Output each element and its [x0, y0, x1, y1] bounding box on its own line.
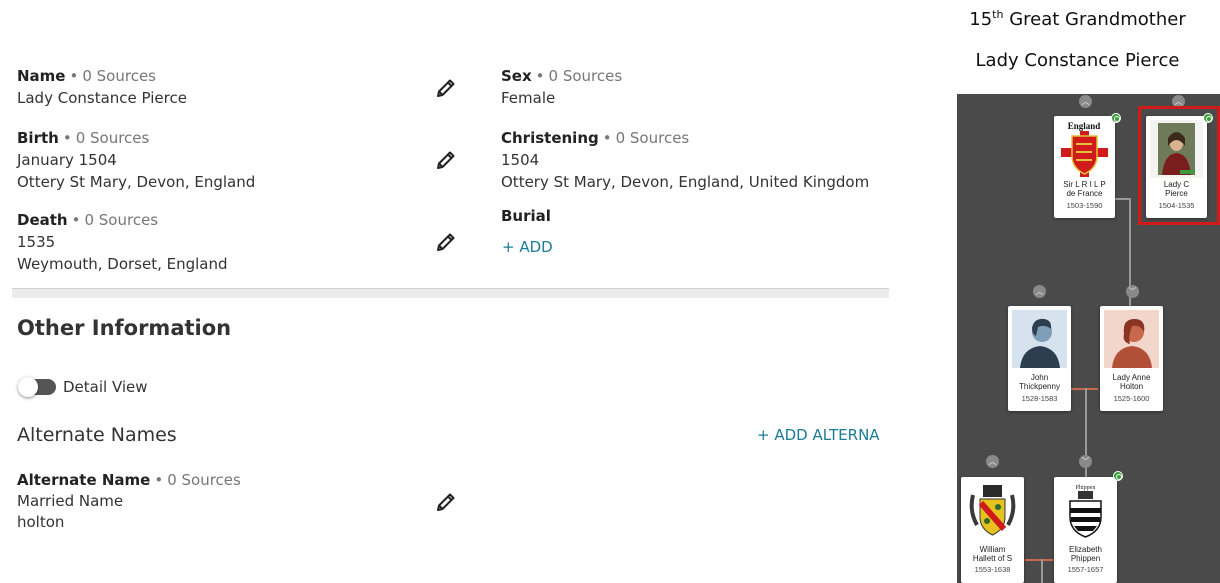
name-fact-header: Name • 0 Sources	[17, 66, 156, 86]
card-dates: 1503-1590	[1066, 201, 1103, 210]
pencil-icon[interactable]	[434, 490, 458, 514]
male-avatar-icon	[1012, 310, 1067, 368]
alternate-name-title: Alternate Name	[17, 471, 151, 489]
hint-leaf-icon[interactable]	[1111, 113, 1121, 123]
chevron-down-icon[interactable]: ﹀	[1126, 285, 1139, 298]
christening-fact-header: Christening • 0 Sources	[501, 128, 689, 148]
birth-date: January 1504	[17, 151, 117, 169]
card-dates: 1557-1657	[1067, 565, 1104, 574]
detail-view-label: Detail View	[63, 378, 148, 396]
alternate-name-sources-link[interactable]: 0 Sources	[167, 471, 241, 489]
family-tree-panel[interactable]: ︿ ︿ ︿ ﹀ ︿ ﹀ England Sir L R I L Pde Fran…	[957, 94, 1220, 583]
death-place: Weymouth, Dorset, England	[17, 255, 228, 273]
tree-card-grandson[interactable]: William Hallett of S 1553-1638	[961, 477, 1024, 583]
detail-view-toggle[interactable]	[18, 377, 56, 397]
person-name-title: Lady Constance Pierce	[975, 50, 1180, 71]
relationship-label: Great Grandmother	[1003, 9, 1186, 30]
pencil-icon[interactable]	[434, 230, 458, 254]
spouse-connector	[1025, 559, 1054, 561]
tree-card-granddaughter-in-law[interactable]: Phippen Elizabeth Phippen 1557-1657	[1054, 477, 1117, 583]
spouse-connector	[1070, 388, 1098, 390]
card-name: Lady C Pierce	[1163, 180, 1190, 198]
burial-fact-header: Burial	[501, 206, 551, 226]
alternate-name-header: Alternate Name • 0 Sources	[17, 470, 241, 490]
death-sources-link[interactable]: 0 Sources	[84, 211, 158, 229]
chevron-down-icon[interactable]: ﹀	[1079, 455, 1092, 468]
alternate-name-type: Married Name	[17, 492, 124, 510]
add-burial-button[interactable]: + ADD	[502, 238, 553, 256]
card-dates: 1528-1583	[1021, 394, 1058, 403]
relationship-title: 15th Great Grandmother	[935, 8, 1220, 30]
tree-card-daughter-in-law[interactable]: Lady Anne Holton 1525-1600	[1100, 306, 1163, 411]
sex-fact-title: Sex	[501, 67, 532, 85]
christening-date: 1504	[501, 151, 540, 169]
card-dates: 1553-1638	[974, 565, 1011, 574]
hint-leaf-icon[interactable]	[1203, 113, 1213, 123]
other-information-heading: Other Information	[17, 316, 232, 340]
christening-sources-link[interactable]: 0 Sources	[616, 129, 690, 147]
card-name: Elizabeth Phippen	[1069, 545, 1102, 563]
card-dates: 1504-1535	[1158, 201, 1195, 210]
source-separator: •	[71, 211, 81, 229]
name-fact-title: Name	[17, 67, 66, 85]
card-name: William Hallett of S	[972, 545, 1013, 563]
christening-fact-title: Christening	[501, 129, 599, 147]
card-name: John Thickpenny	[1019, 373, 1060, 391]
coat-of-arms-image: England	[1058, 120, 1111, 178]
tree-card-son[interactable]: John Thickpenny 1528-1583	[1008, 306, 1071, 411]
tree-card-father[interactable]: England Sir L R I L Pde France 1503-1590	[1054, 116, 1115, 218]
portrait-image	[1150, 120, 1203, 178]
pencil-icon[interactable]	[434, 148, 458, 172]
alternate-names-heading: Alternate Names	[17, 424, 177, 446]
chevron-up-icon[interactable]: ︿	[1033, 285, 1046, 298]
sex-fact-header: Sex • 0 Sources	[501, 66, 622, 86]
birth-fact-title: Birth	[17, 129, 59, 147]
chevron-up-icon[interactable]: ︿	[986, 455, 999, 468]
birth-place: Ottery St Mary, Devon, England	[17, 173, 256, 191]
coat-of-arms-image	[965, 481, 1020, 539]
crest-title: England	[1068, 121, 1101, 131]
toggle-knob	[18, 377, 38, 397]
christening-place: Ottery St Mary, Devon, England, United K…	[501, 173, 870, 191]
card-name: Lady Anne Holton	[1112, 373, 1151, 391]
chevron-up-icon[interactable]: ︿	[1079, 95, 1092, 108]
section-divider	[12, 288, 889, 298]
source-separator: •	[154, 471, 164, 489]
source-separator: •	[62, 129, 72, 147]
birth-sources-link[interactable]: 0 Sources	[76, 129, 150, 147]
name-value: Lady Constance Pierce	[17, 89, 187, 107]
pencil-icon[interactable]	[434, 76, 458, 100]
female-avatar-icon	[1104, 310, 1159, 368]
source-separator: •	[602, 129, 612, 147]
source-separator: •	[535, 67, 545, 85]
coat-of-arms-image: Phippen	[1058, 481, 1113, 539]
card-name: Sir L R I L Pde France	[1063, 180, 1106, 198]
burial-fact-title: Burial	[501, 207, 551, 225]
hint-leaf-icon[interactable]	[1113, 471, 1123, 481]
relationship-ordinal: th	[992, 8, 1004, 21]
death-date: 1535	[17, 233, 56, 251]
source-separator: •	[69, 67, 79, 85]
death-fact-header: Death • 0 Sources	[17, 210, 158, 230]
parent-connector	[1041, 559, 1043, 583]
card-dates: 1525-1600	[1113, 394, 1150, 403]
relationship-generation: 15	[969, 9, 993, 30]
name-sources-link[interactable]: 0 Sources	[82, 67, 156, 85]
crest-title: Phippen	[1076, 485, 1096, 491]
sex-value: Female	[501, 89, 556, 107]
add-alternate-name-button[interactable]: + ADD ALTERNA	[757, 426, 880, 444]
death-fact-title: Death	[17, 211, 68, 229]
tree-card-selected-person[interactable]: Lady C Pierce 1504-1535	[1146, 116, 1207, 218]
birth-fact-header: Birth • 0 Sources	[17, 128, 149, 148]
sex-sources-link[interactable]: 0 Sources	[549, 67, 623, 85]
alternate-name-value: holton	[17, 513, 65, 531]
